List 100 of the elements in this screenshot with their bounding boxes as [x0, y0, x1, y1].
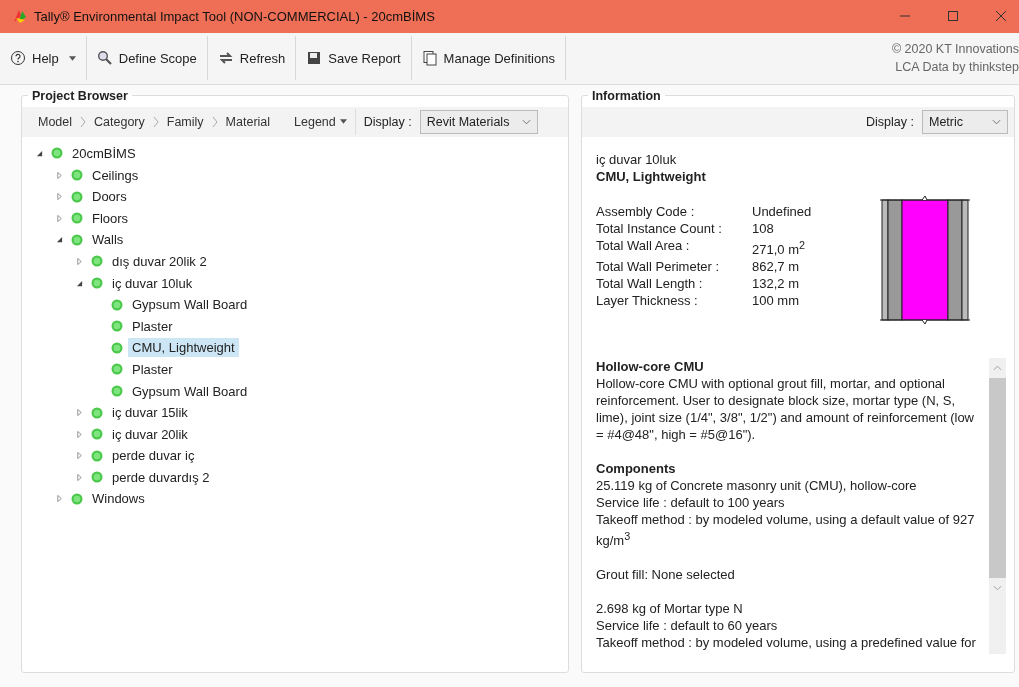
expand-arrow-icon[interactable]	[56, 214, 63, 222]
chevron-down-icon	[521, 118, 531, 125]
tree-item[interactable]: Gypsum Wall Board	[128, 295, 252, 315]
tree-item[interactable]: Plaster	[128, 359, 177, 379]
expand-arrow-icon[interactable]	[76, 452, 83, 460]
description-text: 2.698 kg of Mortar type N	[596, 600, 744, 617]
tree-item[interactable]: CMU, Lightweight	[128, 338, 239, 358]
collapse-arrow-icon[interactable]	[76, 279, 83, 287]
toolbar-button[interactable]: Manage Definitions	[411, 38, 565, 79]
property-value: 862,7 m	[752, 258, 800, 275]
save-report-icon	[306, 50, 323, 67]
status-dot-icon	[91, 471, 103, 484]
chevron-right-icon	[152, 115, 159, 128]
tree-item[interactable]: iç duvar 15lik	[108, 403, 192, 423]
tree-item[interactable]: Ceilings	[88, 165, 143, 185]
help-menu-button[interactable]: Help	[0, 38, 86, 79]
tree-item[interactable]: iç duvar 10luk	[108, 273, 197, 293]
property-label: Assembly Code :	[596, 202, 696, 220]
property-value: Undefined	[752, 202, 813, 220]
property-value: 132,2 m	[752, 275, 800, 292]
legend-menu-button[interactable]: Legend	[294, 114, 347, 129]
credit-text: © 2020 KT Innovations	[891, 41, 1019, 59]
tree-item[interactable]: Gypsum Wall Board	[128, 381, 252, 401]
tree-item[interactable]: iç duvar 20lik	[108, 424, 192, 444]
scroll-up-icon[interactable]	[993, 364, 1002, 371]
property-label: Total Wall Perimeter :	[596, 258, 721, 275]
description-text: Grout fill: None selected	[596, 566, 736, 583]
scrollbar-thumb[interactable]	[989, 377, 1006, 578]
status-dot-icon	[111, 385, 123, 397]
tree-item[interactable]: Windows	[88, 489, 149, 509]
close-icon[interactable]	[995, 10, 1007, 23]
display-label: Display :	[866, 114, 914, 129]
property-label: Total Wall Length :	[596, 275, 704, 292]
section-heading: Components	[596, 459, 677, 477]
search-icon	[96, 50, 113, 67]
property-value: 100 mm	[752, 292, 800, 309]
expand-arrow-icon[interactable]	[76, 409, 83, 417]
tree-item[interactable]: Doors	[88, 187, 131, 207]
description-text: Hollow-core CMU with optional grout fill, mortar, and optional reinforcement. User to designate block size, mortar type (N, S, lime), joint size (1/4", 3/8", 1/2") and amount of reinforcement (low = #4@48", high = #5@16").	[596, 374, 975, 443]
property-label: Layer Thickness :	[596, 292, 699, 309]
tree-item[interactable]: Plaster	[128, 316, 177, 336]
collapse-arrow-icon[interactable]	[36, 149, 43, 157]
chevron-down-icon	[992, 118, 1001, 125]
breadcrumb-link[interactable]: Model	[38, 114, 73, 129]
expand-arrow-icon[interactable]	[76, 430, 83, 438]
status-dot-icon	[71, 190, 83, 203]
maximize-icon[interactable]	[947, 10, 959, 23]
property-value: 271,0 m$^{2}$	[752, 237, 806, 258]
toolbar-button[interactable]: Save Report	[296, 38, 411, 79]
expand-arrow-icon[interactable]	[76, 257, 83, 265]
status-dot-icon	[91, 255, 103, 268]
window-title: Tally® Environmental Impact Tool (NON-COMMERCIAL) - 20cmBİMS	[34, 8, 436, 24]
assembly-name: iç duvar 10luk	[596, 150, 678, 168]
description-text: Takeoff method : by modeled volume, using a predefined value for	[596, 634, 977, 651]
copy-pages-icon	[421, 50, 438, 67]
status-dot-icon	[111, 320, 123, 333]
caret-icon	[68, 55, 76, 61]
tree-item[interactable]: Floors	[88, 208, 133, 228]
status-dot-icon	[91, 449, 103, 462]
collapse-arrow-icon[interactable]	[56, 236, 63, 244]
status-dot-icon	[71, 212, 83, 225]
section-heading: Hollow-core CMU	[596, 357, 705, 375]
panel-title: Project Browser	[31, 88, 129, 103]
description-text: Service life : default to 60 years	[596, 617, 779, 634]
description-text: Service life : default to 100 years	[596, 493, 786, 511]
units-dropdown[interactable]: Metric	[922, 109, 1008, 134]
status-dot-icon	[111, 363, 123, 376]
tree-item[interactable]: perde duvar iç	[108, 446, 199, 466]
status-dot-icon	[91, 406, 103, 419]
expand-arrow-icon[interactable]	[76, 473, 83, 481]
property-label: Total Wall Area :	[596, 236, 691, 255]
toolbar-button[interactable]: Refresh	[207, 38, 296, 79]
tree-item[interactable]: perde duvardış 2	[108, 467, 214, 487]
tree-item[interactable]: Walls	[88, 230, 128, 250]
status-dot-icon	[111, 298, 123, 311]
scroll-down-icon[interactable]	[993, 584, 1002, 591]
scrollbar[interactable]	[989, 357, 1006, 654]
help-icon	[10, 50, 26, 67]
expand-arrow-icon[interactable]	[56, 193, 63, 201]
toolbar-button[interactable]: Define Scope	[86, 38, 207, 79]
description-text: 25.119 kg of Concrete masonry unit (CMU), hollow-core	[596, 476, 918, 494]
breadcrumb-link[interactable]: Material	[225, 114, 271, 129]
expand-arrow-icon[interactable]	[56, 495, 63, 503]
tree-item[interactable]: dış duvar 20lik 2	[108, 251, 211, 271]
status-dot-icon	[71, 233, 83, 246]
breadcrumb-link[interactable]: Category	[94, 114, 145, 129]
property-label: Total Instance Count :	[596, 219, 723, 237]
description-text: Takeoff method : by modeled volume, using a default value of 927 kg/m$^{3}$	[596, 510, 976, 549]
property-value: 108	[752, 219, 775, 237]
status-dot-icon	[111, 341, 123, 354]
expand-arrow-icon[interactable]	[56, 171, 63, 179]
breadcrumb-link[interactable]: Family	[166, 114, 204, 129]
status-dot-icon	[51, 147, 63, 160]
caret-icon	[339, 119, 347, 125]
display-dropdown[interactable]: Revit Materials	[419, 109, 538, 134]
tree-item[interactable]: 20cmBİMS	[68, 143, 140, 163]
status-dot-icon	[71, 169, 83, 182]
status-dot-icon	[91, 428, 103, 441]
chevron-right-icon	[80, 115, 87, 128]
status-dot-icon	[71, 492, 83, 505]
